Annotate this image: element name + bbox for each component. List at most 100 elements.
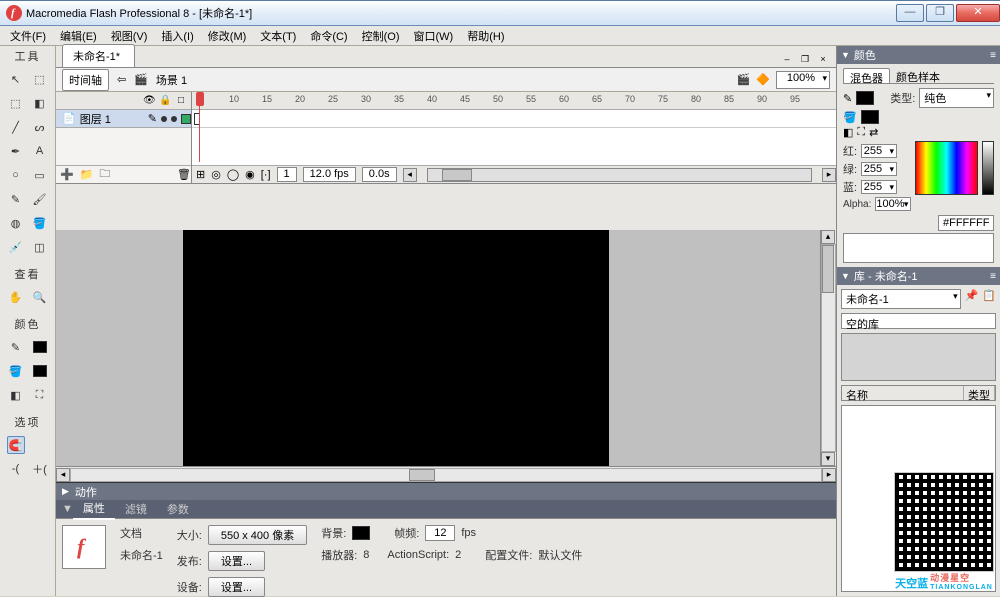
vscroll-up[interactable]: ▴	[821, 230, 835, 244]
device-settings-button[interactable]: 设置...	[208, 577, 265, 597]
eraser-tool[interactable]: ◫	[31, 238, 49, 256]
zoom-select[interactable]: 100%	[776, 71, 830, 89]
tl-scroll-left[interactable]: ◂	[403, 168, 417, 182]
vscroll-down[interactable]: ▾	[821, 452, 835, 466]
r-input[interactable]: 255	[861, 144, 897, 158]
frame-ruler[interactable]: 5101520253035404550556065707580859095	[192, 92, 836, 110]
fill-swatch[interactable]	[31, 362, 49, 380]
lasso-tool[interactable]: ᔕ	[31, 118, 49, 136]
edit-scene-icon[interactable]: 🎬	[737, 73, 751, 86]
free-transform-tool[interactable]: ⬚	[7, 94, 25, 112]
center-frame-icon[interactable]: ⊞	[196, 168, 205, 181]
menu-edit[interactable]: 编辑(E)	[54, 26, 103, 46]
inkbottle-tool[interactable]: ◍	[7, 214, 25, 232]
size-button[interactable]: 550 x 400 像素	[208, 525, 307, 545]
outline-icon[interactable]: □	[175, 95, 187, 107]
doc-close[interactable]: ×	[816, 53, 830, 67]
lib-pin-icon[interactable]: 📌	[965, 289, 979, 309]
tab-filters[interactable]: 滤镜	[115, 499, 157, 519]
color-panel-menu-icon[interactable]: ≡	[990, 50, 996, 61]
maximize-button[interactable]: ❐	[926, 4, 954, 22]
rect-tool[interactable]: ▭	[31, 166, 49, 184]
playhead[interactable]	[196, 92, 204, 148]
menu-commands[interactable]: 命令(C)	[304, 26, 353, 46]
gradient-tool[interactable]: ◧	[31, 94, 49, 112]
no-color[interactable]: ⛶	[31, 386, 49, 404]
zoom-tool[interactable]: 🔍	[31, 288, 49, 306]
straighten-option[interactable]: -(	[7, 460, 25, 478]
stroke-color[interactable]: ✎	[7, 338, 25, 356]
smooth-option[interactable]	[31, 436, 49, 454]
stroke-color-swatch[interactable]	[856, 91, 874, 105]
scene-label[interactable]: 场景 1	[156, 72, 187, 88]
onion-outline-icon[interactable]: ◯	[227, 168, 239, 181]
fill-icon[interactable]: 🪣	[843, 111, 857, 124]
menu-modify[interactable]: 修改(M)	[202, 26, 253, 46]
close-button[interactable]: ✕	[956, 4, 1000, 22]
lib-col-type[interactable]: 类型	[964, 386, 995, 400]
hex-input[interactable]: #FFFFFF	[938, 215, 994, 231]
color-swap-icon[interactable]: ⇄	[869, 126, 878, 139]
onion-icon[interactable]: ◎	[211, 168, 221, 181]
actions-header[interactable]: ▶ 动作	[56, 482, 836, 500]
b-input[interactable]: 255	[861, 180, 897, 194]
pencil-tool[interactable]: ✎	[7, 190, 25, 208]
color-bw-icon[interactable]: ◧	[843, 126, 853, 139]
doc-restore[interactable]: ❐	[798, 53, 812, 67]
snap-option[interactable]: 🧲	[7, 436, 25, 454]
pen-tool[interactable]: ✒	[7, 142, 25, 160]
back-icon[interactable]: ⇦	[117, 73, 126, 86]
frame-area[interactable]	[192, 128, 836, 165]
brightness-slider[interactable]	[982, 141, 994, 195]
fr-input[interactable]: 12	[425, 525, 455, 541]
add-folder-icon[interactable]: 🗀	[99, 165, 110, 184]
selection-tool[interactable]: ↖	[7, 70, 25, 88]
hscroll-right[interactable]: ▸	[822, 468, 836, 482]
vscroll-thumb[interactable]	[822, 245, 834, 293]
menu-control[interactable]: 控制(O)	[356, 26, 406, 46]
frame-strip[interactable]	[192, 110, 836, 128]
menu-view[interactable]: 视图(V)	[105, 26, 154, 46]
type-select[interactable]: 纯色	[919, 88, 994, 108]
onion-edit-icon[interactable]: ◉	[245, 168, 255, 181]
menu-text[interactable]: 文本(T)	[254, 26, 302, 46]
add-guide-icon[interactable]: 📁	[80, 168, 94, 181]
stage[interactable]	[56, 230, 836, 466]
tab-swatches[interactable]: 颜色样本	[890, 68, 946, 83]
stage-hscroll[interactable]: ◂ ▸	[56, 466, 836, 482]
subselect-tool[interactable]: ⬚	[31, 70, 49, 88]
eyedropper-tool[interactable]: 💉	[7, 238, 25, 256]
document-tab[interactable]: 未命名-1*	[62, 44, 135, 67]
menu-insert[interactable]: 插入(I)	[155, 26, 199, 46]
color-none-icon[interactable]: ⛶	[857, 126, 865, 139]
lib-new-icon[interactable]: 📋	[982, 289, 996, 309]
bw-swap[interactable]: ◧	[7, 386, 25, 404]
props-collapse-icon[interactable]: ▼	[56, 503, 73, 515]
add-layer-icon[interactable]: ➕	[60, 168, 74, 181]
eye-icon[interactable]: 👁	[143, 95, 155, 107]
text-tool[interactable]: A	[31, 142, 49, 160]
layer-visible-dot[interactable]	[161, 116, 167, 122]
edit-symbol-icon[interactable]: 🔶	[756, 73, 770, 86]
lib-doc-select[interactable]: 未命名-1	[841, 289, 961, 309]
stage-canvas[interactable]	[183, 230, 609, 466]
hue-picker[interactable]	[915, 141, 978, 195]
brush-tool[interactable]: 🖌	[31, 190, 49, 208]
option-4[interactable]: ＋(	[31, 460, 49, 478]
gradient-bar[interactable]	[843, 233, 994, 263]
alpha-input[interactable]: 100%	[875, 197, 911, 211]
g-input[interactable]: 255	[861, 162, 897, 176]
menu-file[interactable]: 文件(F)	[4, 26, 52, 46]
tl-scroll-thumb[interactable]	[442, 169, 472, 181]
paintbucket-tool[interactable]: 🪣	[31, 214, 49, 232]
fill-color-swatch[interactable]	[861, 110, 879, 124]
tl-scrollbar[interactable]	[427, 168, 812, 182]
delete-layer-icon[interactable]: 🗑	[177, 168, 191, 181]
layer-lock-dot[interactable]	[171, 116, 177, 122]
fill-color[interactable]: 🪣	[7, 362, 25, 380]
color-panel-header[interactable]: ▼ 颜色 ≡	[837, 46, 1000, 64]
oval-tool[interactable]: ○	[7, 166, 25, 184]
tab-properties[interactable]: 属性	[73, 498, 115, 520]
hscroll-left[interactable]: ◂	[56, 468, 70, 482]
menu-window[interactable]: 窗口(W)	[408, 26, 460, 46]
